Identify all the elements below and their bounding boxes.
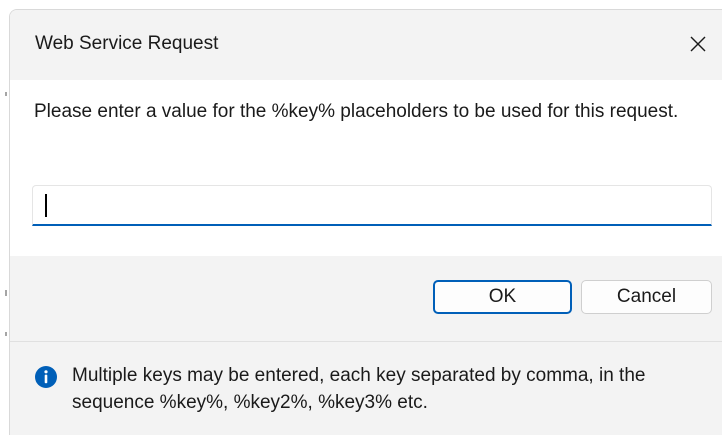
- text-caret: [45, 194, 47, 217]
- key-value-field[interactable]: [32, 185, 712, 226]
- web-service-request-dialog: Web Service Request Please enter a value…: [9, 9, 722, 435]
- dialog-content: Please enter a value for the %key% place…: [10, 80, 722, 256]
- button-bar: OK Cancel: [10, 256, 722, 341]
- close-icon: [690, 36, 706, 52]
- screen: Web Service Request Please enter a value…: [0, 0, 722, 435]
- cancel-button[interactable]: Cancel: [581, 280, 712, 314]
- footer-hint-text: Multiple keys may be entered, each key s…: [72, 365, 646, 413]
- key-value-input[interactable]: [33, 186, 711, 224]
- close-button[interactable]: [682, 28, 714, 60]
- title-bar: Web Service Request: [10, 10, 722, 80]
- background-mark: [5, 92, 7, 96]
- info-footer: Multiple keys may be entered, each key s…: [10, 342, 722, 435]
- prompt-text: Please enter a value for the %key% place…: [34, 101, 679, 122]
- dialog-title: Web Service Request: [35, 33, 219, 54]
- ok-button[interactable]: OK: [433, 280, 572, 314]
- info-icon: [35, 366, 57, 388]
- background-mark: [5, 290, 7, 296]
- background-mark: [5, 332, 7, 336]
- background-window-edge: [0, 0, 9, 435]
